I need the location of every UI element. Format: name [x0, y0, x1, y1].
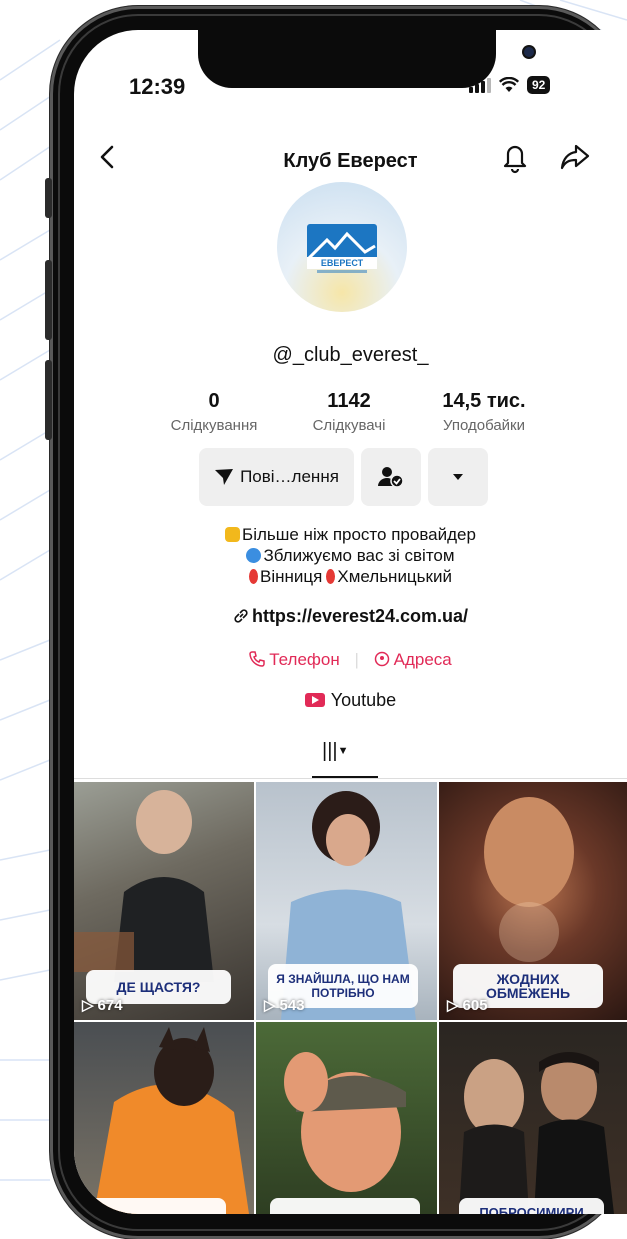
- notch: [198, 30, 534, 88]
- battery-indicator: 92: [527, 76, 551, 94]
- stat-followers[interactable]: 1142 Слідкувачі: [294, 390, 404, 434]
- user-check-icon: [378, 467, 404, 488]
- video-thumbnail: [284, 1052, 406, 1192]
- phone-icon: [249, 651, 265, 667]
- page-title: Клуб Еверест: [283, 150, 418, 172]
- stat-likes[interactable]: 14,5 тис. Уподобайки: [419, 390, 549, 434]
- phone-link[interactable]: Телефон: [249, 650, 344, 669]
- grid-icon[interactable]: |||▼: [322, 740, 348, 763]
- profile-bio: Більше ніж просто провайдер Зближуємо ва…: [74, 524, 627, 587]
- stat-following[interactable]: 0 Слідкування: [154, 390, 274, 434]
- status-icons: 92: [469, 76, 551, 94]
- bio-line-1: Більше ніж просто провайдер: [74, 524, 627, 545]
- send-icon: [215, 469, 234, 485]
- bio-line-3: Вінниця Хмельницький: [74, 566, 627, 587]
- view-count: 605: [447, 996, 488, 1014]
- volume-down-button: [45, 360, 52, 440]
- video-thumbnail: [94, 1027, 249, 1214]
- youtube-link[interactable]: Youtube: [74, 690, 627, 711]
- caret-down-icon: [453, 474, 463, 480]
- youtube-icon: [304, 693, 325, 707]
- volume-up-button: [45, 260, 52, 340]
- profile-stats: 0 Слідкування 1142 Слідкувачі 14,5 тис. …: [154, 390, 554, 440]
- video-tile[interactable]: ДЕ ЩАСТЯ? 674: [74, 782, 254, 1020]
- top-nav: Клуб Еверест: [74, 138, 627, 182]
- everest-logo: ЕВЕРЕСТ: [307, 224, 377, 273]
- username: @_club_everest_: [272, 344, 429, 366]
- pin-icon: [326, 569, 336, 584]
- content-tabs: |||▼: [74, 730, 627, 782]
- flexed-biceps-icon: [225, 527, 241, 542]
- message-button[interactable]: Пові…лення: [199, 448, 354, 506]
- video-caption: [86, 1198, 226, 1214]
- video-tile[interactable]: [256, 1022, 437, 1214]
- signal-icon: [469, 77, 491, 93]
- bio-line-2: Зближуємо вас зі світом: [74, 545, 627, 566]
- website-link[interactable]: https://everest24.com.ua/: [74, 606, 627, 627]
- video-tile[interactable]: ЖОДНИХ ОБМЕЖЕНЬ 605: [439, 782, 627, 1020]
- location-icon: [374, 651, 389, 667]
- mute-switch: [45, 178, 52, 218]
- video-thumbnail: [459, 1052, 614, 1214]
- video-tile[interactable]: [74, 1022, 254, 1214]
- share-icon[interactable]: [559, 140, 591, 174]
- more-options-button[interactable]: [428, 448, 488, 506]
- svg-text:ЕВЕРЕСТ: ЕВЕРЕСТ: [321, 258, 364, 268]
- view-count: 674: [82, 996, 123, 1014]
- follow-status-button[interactable]: [361, 448, 421, 506]
- message-button-label: Пові…лення: [240, 467, 339, 486]
- video-caption: [270, 1198, 420, 1214]
- address-link[interactable]: Адреса: [374, 650, 452, 669]
- avatar[interactable]: ЕВЕРЕСТ: [277, 182, 407, 312]
- wifi-icon: [499, 77, 519, 92]
- globe-icon: [246, 548, 262, 563]
- video-tile[interactable]: Я ЗНАЙШЛА, ЩО НАМ ПОТРІБНО 543: [256, 782, 437, 1020]
- view-count: 543: [264, 996, 305, 1014]
- pin-icon: [249, 569, 259, 584]
- video-tile[interactable]: ПОБРОСИМИРИ: [439, 1022, 627, 1214]
- link-icon: [234, 609, 248, 623]
- contact-links: Телефон | Адреса: [74, 650, 627, 670]
- bell-icon[interactable]: [500, 140, 530, 174]
- video-grid: ДЕ ЩАСТЯ? 674 Я ЗНАЙШЛА, ЩО НАМ ПОТРІБНО…: [74, 782, 627, 1214]
- status-time: 12:39: [129, 74, 186, 99]
- phone-screen: 12:39 92 Клуб Еверест ЕВЕРЕСТ @_club_eve…: [74, 30, 627, 1214]
- video-caption: ПОБРОСИМИРИ: [459, 1198, 604, 1214]
